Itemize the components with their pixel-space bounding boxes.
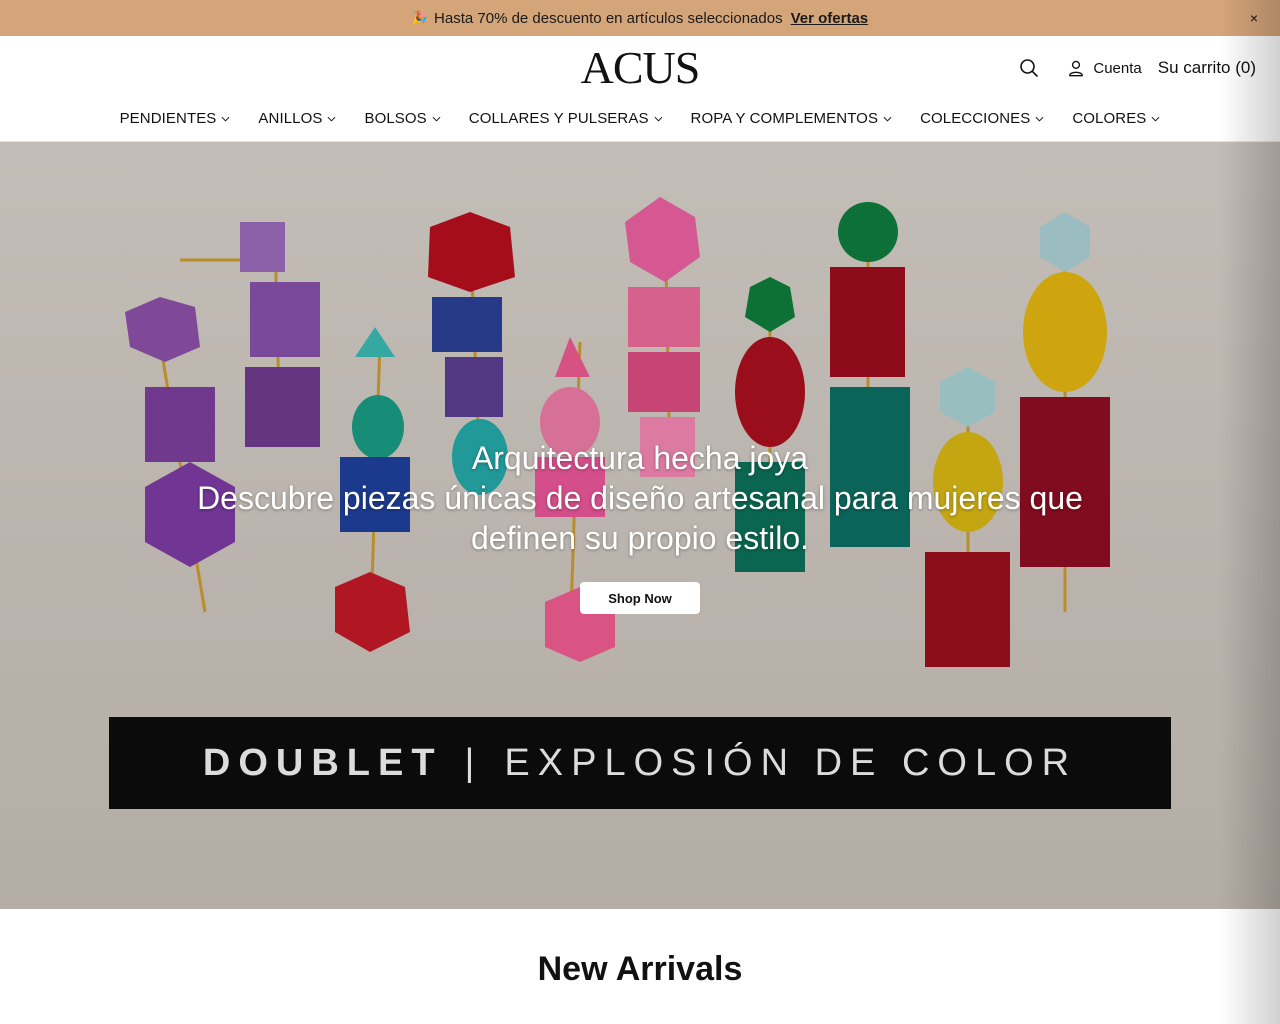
nav-item-label: COLLARES Y PULSERAS: [468, 110, 649, 127]
hero-title: Arquitectura hecha joya: [471, 440, 809, 476]
announcement-text: Hasta 70% de descuento en artículos sele…: [434, 9, 783, 27]
party-icon: 🎉: [411, 10, 429, 25]
announcement-bar: 🎉 Hasta 70% de descuento en artículos se…: [0, 0, 1280, 36]
hero-text: Arquitectura hecha joya Descubre piezas …: [0, 438, 1280, 558]
nav-item-label: PENDIENTES: [119, 110, 217, 127]
search-icon[interactable]: [1017, 56, 1041, 80]
cart-link[interactable]: Su carrito (0): [1158, 58, 1256, 78]
account-label: Cuenta: [1093, 59, 1142, 77]
nav-item-label: COLORES: [1072, 110, 1147, 127]
view-offers-link[interactable]: Ver ofertas: [791, 10, 869, 27]
nav-item-bolsos[interactable]: BOLSOS: [364, 110, 441, 127]
new-arrivals-heading: New Arrivals: [537, 950, 743, 988]
hero-banner: Arquitectura hecha joya Descubre piezas …: [0, 142, 1280, 909]
site-header: ACUS Cuenta Su carrito (0) PENDIENTES AN…: [0, 36, 1280, 142]
chevron-down-icon: [883, 116, 892, 122]
nav-item-label: ROPA Y COMPLEMENTOS: [690, 110, 879, 127]
nav-item-label: ANILLOS: [258, 110, 323, 127]
nav-item-ropa-y-complementos[interactable]: ROPA Y COMPLEMENTOS: [691, 110, 893, 127]
nav-item-colecciones[interactable]: COLECCIONES: [920, 110, 1044, 127]
chevron-down-icon: [1151, 116, 1160, 122]
nav-item-colores[interactable]: COLORES: [1072, 110, 1160, 127]
nav-item-collares-y-pulseras[interactable]: COLLARES Y PULSERAS: [469, 110, 663, 127]
chevron-down-icon: [654, 116, 662, 122]
account-link[interactable]: Cuenta: [1067, 58, 1142, 78]
user-icon: [1069, 60, 1084, 77]
chevron-down-icon: [221, 116, 230, 122]
nav-item-label: COLECCIONES: [920, 110, 1031, 127]
nav-item-label: BOLSOS: [364, 110, 427, 127]
banner-collection-name: DOUBLET: [202, 741, 443, 784]
chevron-down-icon: [1035, 116, 1044, 122]
collection-banner: DOUBLET | EXPLOSIÓN DE COLOR: [109, 717, 1171, 809]
hero-subtitle: Descubre piezas únicas de diseño artesan…: [197, 480, 1083, 556]
header-actions: Cuenta Su carrito (0): [1017, 56, 1256, 80]
close-icon[interactable]: ×: [1244, 8, 1264, 28]
banner-separator: |: [464, 741, 483, 784]
banner-tagline: EXPLOSIÓN DE COLOR: [504, 741, 1078, 784]
main-nav: PENDIENTES ANILLOS BOLSOS COLLARES Y PUL…: [0, 110, 1280, 127]
nav-item-anillos[interactable]: ANILLOS: [258, 110, 336, 127]
logo-text[interactable]: ACUS: [581, 42, 701, 93]
chevron-down-icon: [432, 116, 441, 122]
shop-now-button[interactable]: Shop Now: [580, 582, 700, 614]
nav-item-pendientes[interactable]: PENDIENTES: [120, 110, 231, 127]
chevron-down-icon: [328, 116, 336, 122]
